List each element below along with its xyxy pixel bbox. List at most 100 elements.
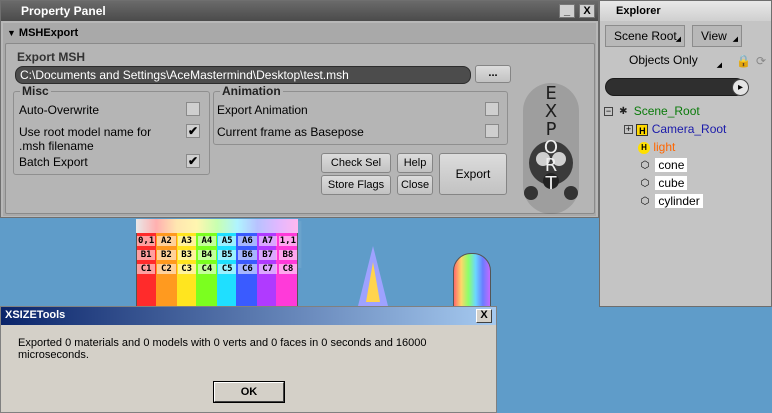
current-frame-checkbox[interactable] <box>485 124 499 138</box>
cube-texture-label: B4 <box>197 250 216 260</box>
cube-texture-label: C8 <box>278 264 297 274</box>
cube-texture-label: A7 <box>258 236 277 246</box>
use-root-name-checkbox[interactable]: ✔ <box>186 124 200 138</box>
lock-icon[interactable]: 🔒 <box>736 54 751 68</box>
cone-highlight <box>366 262 380 302</box>
cube-texture-label: C6 <box>238 264 257 274</box>
cube-top-face <box>136 219 298 233</box>
objects-only-filter[interactable]: Objects Only ◢ <box>605 50 725 72</box>
scene-root-tab[interactable]: Scene Root ◢ <box>605 25 685 47</box>
explorer-search-input[interactable] <box>605 78 745 96</box>
tree-item-cylinder[interactable]: ⬡ cylinder <box>638 193 703 209</box>
property-panel-titlebar[interactable]: Property Panel _ X <box>1 1 598 21</box>
batch-export-checkbox[interactable]: ✔ <box>186 154 200 168</box>
xsizetools-dialog: XSIZETools X Exported 0 materials and 0 … <box>0 306 497 413</box>
cube-texture-label: B1 <box>137 250 156 260</box>
property-panel-title: Property Panel <box>21 4 106 18</box>
tree-label: light <box>653 140 676 154</box>
collapse-triangle-icon[interactable]: ▼ <box>7 28 16 38</box>
export-button[interactable]: Export <box>439 153 507 195</box>
misc-group-title: Misc <box>20 84 51 98</box>
tree-item-cone[interactable]: ⬡ cone <box>638 157 688 173</box>
minimize-button[interactable]: _ <box>559 4 575 18</box>
auto-overwrite-checkbox[interactable] <box>186 102 200 116</box>
cube-texture-label: B2 <box>157 250 176 260</box>
cube-texture-label: B6 <box>238 250 257 260</box>
objects-only-label: Objects Only <box>629 53 698 67</box>
dialog-message: Exported 0 materials and 0 models with 0… <box>18 337 427 361</box>
explorer-titlebar[interactable]: Explorer <box>600 1 771 21</box>
close-button[interactable]: Close <box>397 175 433 195</box>
polymesh-icon: ⬡ <box>640 195 650 207</box>
export-logo-icon: E X P O R T <box>523 83 579 214</box>
current-frame-label: Current frame as Basepose <box>217 125 364 139</box>
polymesh-icon: ⬡ <box>640 159 650 171</box>
export-animation-checkbox[interactable] <box>485 102 499 116</box>
batch-export-label: Batch Export <box>19 155 88 169</box>
search-go-icon[interactable]: ▸ <box>732 79 749 96</box>
view-tab-label: View <box>701 29 727 43</box>
cube-texture-label: C4 <box>197 264 216 274</box>
dialog-close-icon[interactable]: X <box>476 309 492 323</box>
export-msh-label: Export MSH <box>17 50 86 64</box>
cube-texture-label: C1 <box>137 264 156 274</box>
tree-label: cone <box>655 158 688 172</box>
tree-label: cylinder <box>655 194 703 208</box>
tree-item-scene-root[interactable]: − ✱ Scene_Root <box>604 103 700 119</box>
property-panel: Property Panel _ X ▼ MSHExport Export MSH… <box>0 0 599 218</box>
collapse-minus-icon[interactable]: − <box>604 107 613 117</box>
cylinder-mesh[interactable] <box>453 253 491 313</box>
tree-label: Camera_Root <box>651 122 727 136</box>
check-sel-button[interactable]: Check Sel <box>321 153 391 173</box>
cube-texture-label: B8 <box>278 250 297 260</box>
cube-texture-label: 0,1 <box>137 236 156 246</box>
view-tab[interactable]: View ◢ <box>692 25 742 47</box>
logo-letter-t: T <box>545 173 558 194</box>
close-icon[interactable]: X <box>579 4 595 18</box>
cube-texture-label: A3 <box>177 236 196 246</box>
cube-texture-label: A2 <box>157 236 176 246</box>
polymesh-icon: ⬡ <box>640 177 650 189</box>
light-icon: H <box>638 141 650 154</box>
tree-label: Scene_Root <box>633 104 700 118</box>
cube-texture-label: C7 <box>258 264 277 274</box>
camera-root-icon: H <box>636 123 649 136</box>
explorer-title: Explorer <box>616 5 661 17</box>
msh-path-input[interactable]: C:\Documents and Settings\AceMastermind\… <box>15 66 471 84</box>
section-header-mshexport[interactable]: ▼ MSHExport <box>7 27 78 39</box>
cube-texture-label: B3 <box>177 250 196 260</box>
use-root-name-label: Use root model name for .msh filename <box>19 125 152 153</box>
export-animation-label: Export Animation <box>217 103 308 117</box>
help-button[interactable]: Help <box>397 153 433 173</box>
cube-texture-label: B5 <box>218 250 237 260</box>
tree-item-camera-root[interactable]: + H Camera_Root <box>624 121 726 137</box>
ok-button[interactable]: OK <box>213 381 285 403</box>
dropdown-arrow-icon: ◢ <box>732 36 738 43</box>
dialog-title: XSIZETools <box>5 309 66 321</box>
tree-item-light[interactable]: H light <box>638 139 675 155</box>
cube-texture-labels: 0,1 A2 A3 A4 A5 A6 A7 1,1 B1 B2 B3 B4 B5 B6 B7 B8 C1 C2 C3… <box>136 236 298 274</box>
cube-texture-label: C2 <box>157 264 176 274</box>
animation-group-title: Animation <box>220 84 283 98</box>
cube-texture-label: 1,1 <box>278 236 297 246</box>
cube-texture-label: A4 <box>197 236 216 246</box>
auto-overwrite-label: Auto-Overwrite <box>19 103 100 117</box>
cube-texture-label: C3 <box>177 264 196 274</box>
dropdown-arrow-icon: ◢ <box>675 36 681 43</box>
cube-texture-label: B7 <box>258 250 277 260</box>
dropdown-arrow-icon: ◢ <box>716 62 722 69</box>
section-title: MSHExport <box>18 27 79 39</box>
tree-item-cube[interactable]: ⬡ cube <box>638 175 688 191</box>
dialog-titlebar[interactable]: XSIZETools X <box>1 307 496 325</box>
explorer-panel: Explorer Scene Root ◢ View ◢ Objects Only ◢… <box>599 0 772 307</box>
store-flags-button[interactable]: Store Flags <box>321 175 391 195</box>
tree-label: cube <box>655 176 688 190</box>
expand-plus-icon[interactable]: + <box>624 125 633 135</box>
cube-texture-label: C5 <box>218 264 237 274</box>
scene-root-icon: ✱ <box>619 105 628 117</box>
browse-button[interactable]: ... <box>475 65 511 83</box>
refresh-icon[interactable]: ⟳ <box>756 54 766 68</box>
cube-texture-label: A5 <box>218 236 237 246</box>
scene-root-tab-label: Scene Root <box>614 29 677 43</box>
property-panel-body: ▼ MSHExport Export MSH C:\Documents and S… <box>3 23 596 216</box>
